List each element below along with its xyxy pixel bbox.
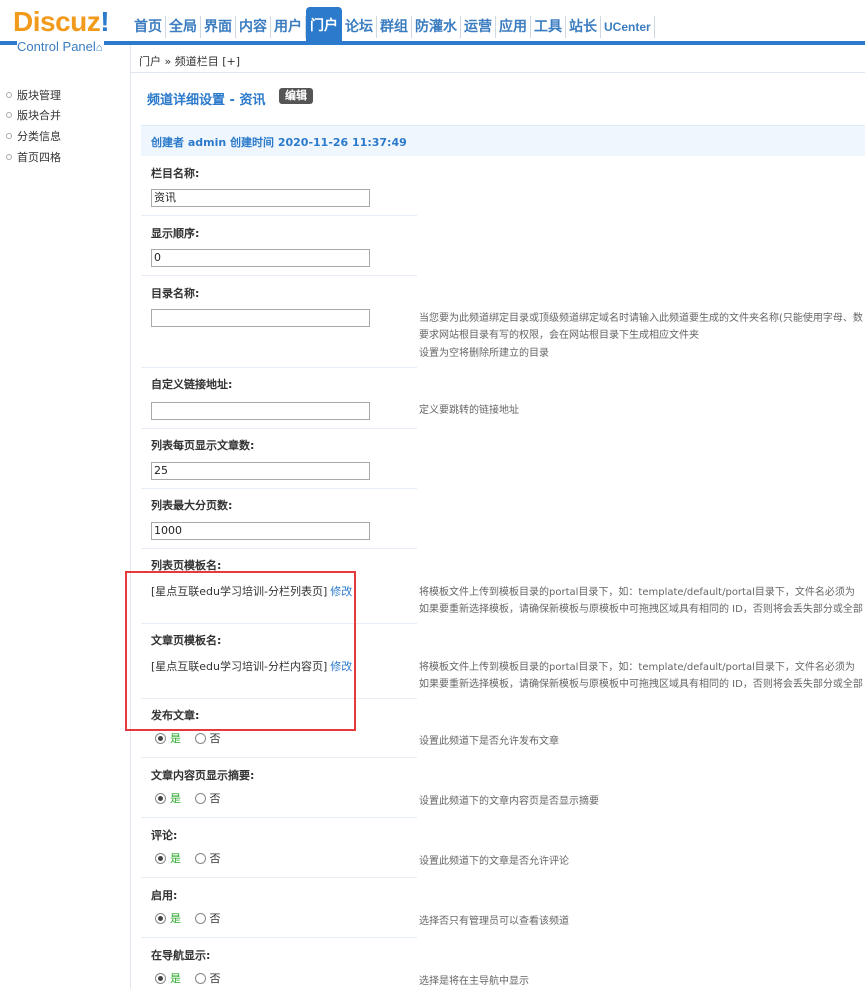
enable-label: 启用:	[151, 889, 178, 902]
dir-label: 目录名称:	[151, 287, 200, 300]
sidebar-item-block-manage[interactable]: 版块管理	[6, 88, 61, 104]
logo-text: Discuz	[13, 6, 101, 37]
url-hint: 定义要跳转的链接地址	[419, 405, 519, 416]
bullet-icon	[6, 112, 12, 118]
breadcrumb: 门户 » 频道栏目 [+]	[131, 45, 865, 73]
divider	[141, 215, 417, 216]
nav-item-9[interactable]: 运营	[461, 16, 496, 38]
article-template-hint-1: 将模板文件上传到模板目录的portal目录下，如：template/defaul…	[419, 662, 855, 673]
bullet-icon	[6, 154, 12, 160]
divider	[141, 757, 417, 758]
url-label: 自定义链接地址:	[151, 378, 233, 391]
discuz-logo[interactable]: Discuz!	[13, 6, 110, 37]
summary-no-radio[interactable]	[194, 792, 206, 804]
nav-item-0[interactable]: 首页	[131, 16, 166, 38]
bullet-icon	[6, 133, 12, 139]
divider	[141, 275, 417, 276]
dir-hint-2: 要求网站根目录有写的权限，会在网站根目录下生成相应文件夹	[419, 330, 699, 341]
shownav-yes-radio[interactable]	[155, 972, 166, 984]
sidebar: 版块管理 版块合并 分类信息 首页四格	[0, 45, 131, 989]
divider	[141, 367, 417, 368]
comment-no-radio[interactable]	[194, 852, 206, 864]
perpage-label: 列表每页显示文章数:	[151, 439, 255, 452]
home-icon[interactable]: ⌂	[96, 42, 103, 54]
dir-hint-3: 设置为空将删除所建立的目录	[419, 348, 549, 359]
divider	[141, 937, 417, 938]
comment-hint: 设置此频道下的文章是否允许评论	[419, 856, 569, 867]
nav-item-4[interactable]: 用户	[271, 16, 306, 38]
nav-item-1[interactable]: 全局	[166, 16, 201, 38]
order-label: 显示顺序:	[151, 227, 200, 240]
comment-radio-group: 是 否	[155, 852, 221, 866]
catname-label: 栏目名称:	[151, 167, 200, 180]
summary-label: 文章内容页显示摘要:	[151, 769, 255, 782]
url-input[interactable]	[151, 402, 370, 420]
header: Discuz! Control Panel⌂ 首页 全局 界面 内容 用户 门户 论坛 群组防…	[0, 0, 865, 56]
main-content: 频道详细设置 - 资讯 编辑 创建者 admin 创建时间 2020-11-26…	[125, 73, 865, 989]
nav-item-11[interactable]: 工具	[531, 16, 566, 38]
enable-yes-radio[interactable]	[155, 912, 166, 924]
nav-item-12[interactable]: 站长	[566, 16, 601, 38]
creator-info-band: 创建者 admin 创建时间 2020-11-26 11:37:49	[141, 125, 865, 156]
publish-label: 发布文章:	[151, 709, 200, 722]
nav-item-6[interactable]: 论坛	[342, 16, 377, 38]
order-input[interactable]: 0	[151, 249, 370, 267]
sidebar-item-category-info[interactable]: 分类信息	[6, 129, 61, 145]
shownav-no-radio[interactable]	[194, 972, 206, 984]
summary-yes-radio[interactable]	[155, 792, 166, 804]
breadcrumb-text[interactable]: 门户 » 频道栏目 [+]	[139, 53, 240, 69]
publish-hint: 设置此频道下是否允许发布文章	[419, 736, 559, 747]
perpage-input[interactable]: 25	[151, 462, 370, 480]
creator-info: 创建者 admin 创建时间 2020-11-26 11:37:49	[151, 136, 407, 149]
list-template-hint-2: 如果要重新选择模板，请确保新模板与原模板中可拖拽区域具有相同的 ID，否则将会丢…	[419, 604, 863, 615]
publish-yes-radio[interactable]	[155, 732, 166, 744]
summary-hint: 设置此频道下的文章内容页是否显示摘要	[419, 796, 599, 807]
logo-bang: !	[100, 6, 110, 37]
publish-no-radio[interactable]	[194, 732, 206, 744]
shownav-label: 在导航显示:	[151, 949, 211, 962]
divider	[141, 817, 417, 818]
control-panel-label: Control Panel⌂	[17, 39, 105, 56]
nav-item-2[interactable]: 界面	[201, 16, 236, 38]
enable-radio-group: 是 否	[155, 912, 221, 926]
edit-button[interactable]: 编辑	[279, 88, 313, 104]
comment-label: 评论:	[151, 829, 178, 842]
list-template-hint-1: 将模板文件上传到模板目录的portal目录下，如：template/defaul…	[419, 587, 855, 598]
nav-item-7[interactable]: 群组	[377, 16, 412, 38]
page-title: 频道详细设置 - 资讯	[147, 93, 266, 108]
nav-item-3[interactable]: 内容	[236, 16, 271, 38]
main-nav: 首页 全局 界面 内容 用户 门户 论坛 群组 防灌水 运营 应用 工具 站长 UCenter	[131, 7, 655, 43]
publish-radio-group: 是 否	[155, 732, 221, 746]
sidebar-item-block-merge[interactable]: 版块合并	[6, 108, 61, 124]
divider	[141, 428, 417, 429]
dir-input[interactable]	[151, 309, 370, 327]
maxpages-label: 列表最大分页数:	[151, 499, 233, 512]
control-panel-text: Control Panel	[17, 39, 96, 54]
enable-no-radio[interactable]	[194, 912, 206, 924]
nav-item-10[interactable]: 应用	[496, 16, 531, 38]
comment-yes-radio[interactable]	[155, 852, 166, 864]
nav-item-13[interactable]: UCenter	[601, 16, 655, 38]
summary-radio-group: 是 否	[155, 792, 221, 806]
maxpages-input[interactable]: 1000	[151, 522, 370, 540]
nav-item-8[interactable]: 防灌水	[412, 16, 461, 38]
bullet-icon	[6, 92, 12, 98]
divider	[141, 877, 417, 878]
sidebar-item-home-grid[interactable]: 首页四格	[6, 150, 61, 166]
article-template-hint-2: 如果要重新选择模板，请确保新模板与原模板中可拖拽区域具有相同的 ID，否则将会丢…	[419, 679, 863, 690]
catname-input[interactable]: 资讯	[151, 189, 370, 207]
dir-hint-1: 当您要为此频道绑定目录或顶级频道绑定域名时请输入此频道要生成的文件夹名称(只能使…	[419, 313, 863, 324]
nav-item-5[interactable]: 门户	[306, 7, 342, 43]
enable-hint: 选择否只有管理员可以查看该频道	[419, 916, 569, 927]
shownav-hint: 选择是将在主导航中显示	[419, 976, 529, 987]
divider	[141, 548, 417, 549]
shownav-radio-group: 是 否	[155, 972, 221, 986]
divider	[141, 488, 417, 489]
